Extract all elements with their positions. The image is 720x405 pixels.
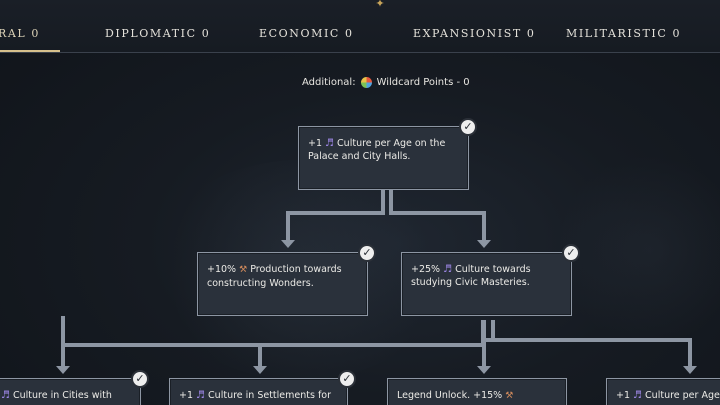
culture-icon: ♬	[1, 390, 10, 401]
node-description: Culture per Age	[645, 390, 720, 401]
legacy-node-bottom-4[interactable]: +1 ♬ Culture per Age	[606, 378, 720, 405]
checkmark-icon: ✓	[358, 244, 376, 262]
node-value: +1	[616, 390, 631, 401]
legacy-node-mid-left[interactable]: +10% ⚒ Production towards constructing W…	[197, 244, 376, 316]
checkmark-icon: ✓	[131, 370, 149, 388]
legacy-node-top[interactable]: +1 ♬ Culture per Age on the Palace and C…	[298, 118, 477, 190]
culture-icon: ♬	[196, 390, 206, 401]
hammer-icon: ⚒	[239, 265, 248, 275]
legacy-node-bottom-2[interactable]: +1 ♬ Culture in Settlements for ✓	[169, 370, 356, 405]
node-value: +25%	[411, 264, 441, 275]
connector-line	[389, 190, 486, 240]
node-description: Culture in Cities with	[13, 390, 112, 401]
node-value: +1	[308, 138, 323, 149]
arrowhead	[477, 240, 491, 248]
culture-icon: ♬	[443, 264, 453, 275]
legacy-node-bottom-1[interactable]: ♬ Culture in Cities with ✓	[0, 370, 149, 405]
legacy-node-bottom-3[interactable]: Legend Unlock. +15% ⚒	[387, 378, 567, 405]
node-value: +1	[179, 390, 194, 401]
tree-connectors	[56, 190, 697, 374]
arrowhead	[683, 366, 697, 374]
arrowhead	[477, 366, 491, 374]
culture-icon: ♬	[633, 390, 643, 401]
checkmark-icon: ✓	[459, 118, 477, 136]
arrowhead	[56, 366, 70, 374]
node-description: Legend Unlock. +15%	[397, 390, 503, 401]
culture-icon: ♬	[325, 138, 335, 149]
node-description: Culture in Settlements for	[208, 390, 332, 401]
connector-line	[286, 190, 385, 240]
checkmark-icon: ✓	[562, 244, 580, 262]
hammer-icon: ⚒	[505, 391, 514, 401]
legacy-node-mid-right[interactable]: +25% ♬ Culture towards studying Civic Ma…	[401, 244, 580, 316]
legacy-path-screen: ✦ RAL 0 DIPLOMATIC 0 ECONOMIC 0 EXPANSIO…	[0, 0, 720, 405]
checkmark-icon: ✓	[338, 370, 356, 388]
arrowhead	[281, 240, 295, 248]
node-value: +10%	[207, 264, 237, 275]
connector-line	[61, 316, 692, 366]
arrowhead	[253, 366, 267, 374]
